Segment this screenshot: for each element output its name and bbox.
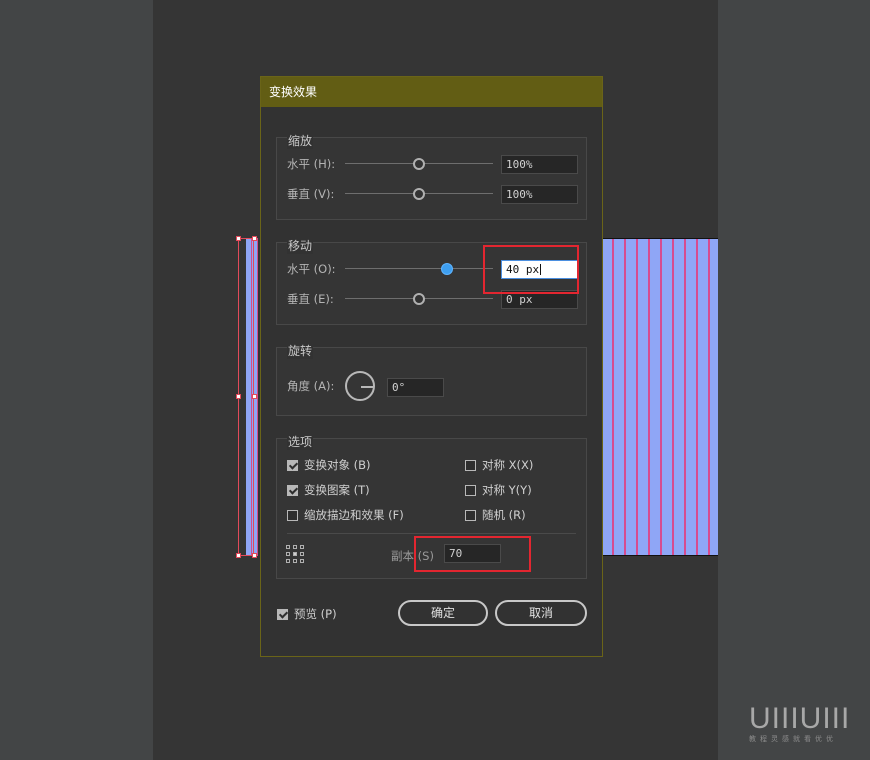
scale-horizontal-input[interactable]: 100% — [501, 155, 578, 174]
move-horizontal-slider[interactable] — [345, 263, 493, 275]
scale-vertical-input[interactable]: 100% — [501, 185, 578, 204]
dialog-title[interactable]: 变换效果 — [261, 77, 602, 107]
options-group-title: 选项 — [287, 433, 314, 450]
move-horizontal-label: 水平 (O): — [287, 262, 336, 276]
scale-group: 缩放 水平 (H): 100% 垂直 (V): 100% — [276, 132, 587, 220]
selection-handle[interactable] — [236, 553, 241, 558]
transform-patterns-option[interactable]: 变换图案 (T) — [287, 482, 370, 498]
ref-point[interactable] — [293, 559, 297, 563]
preview-option[interactable]: 预览 (P) — [277, 606, 337, 622]
rotate-group-title: 旋转 — [287, 342, 314, 359]
cancel-button[interactable]: 取消 — [495, 600, 587, 626]
options-divider — [287, 533, 576, 534]
scale-horizontal-row: 水平 (H): — [287, 154, 493, 174]
checkbox-icon[interactable] — [277, 608, 288, 620]
ref-point[interactable] — [293, 545, 297, 549]
ref-point[interactable] — [286, 552, 290, 556]
watermark: UIIIUIII 教程灵感就看优优 — [749, 704, 850, 744]
selection-handle[interactable] — [252, 394, 257, 399]
slider-track — [345, 268, 493, 269]
checkbox-icon[interactable] — [287, 459, 298, 471]
rotate-angle-input[interactable]: 0° — [387, 378, 444, 397]
preview-label: 预览 (P) — [294, 607, 337, 621]
transform-patterns-label: 变换图案 (T) — [304, 483, 370, 497]
move-vertical-label: 垂直 (E): — [287, 292, 334, 306]
rotate-angle-row: 角度 (A): — [287, 376, 345, 396]
selection-handle[interactable] — [236, 394, 241, 399]
reference-point-icon[interactable] — [286, 545, 304, 563]
move-vertical-row: 垂直 (E): — [287, 289, 493, 309]
checkbox-icon[interactable] — [287, 484, 298, 496]
watermark-subtitle: 教程灵感就看优优 — [749, 735, 837, 743]
reflect-y-label: 对称 Y(Y) — [482, 483, 532, 497]
reflect-x-label: 对称 X(X) — [482, 458, 534, 472]
scale-horizontal-label: 水平 (H): — [287, 157, 336, 171]
ref-point[interactable] — [293, 552, 297, 556]
highlight-move-horizontal — [483, 245, 579, 294]
scale-group-title: 缩放 — [287, 132, 314, 149]
scale-vertical-label: 垂直 (V): — [287, 187, 335, 201]
move-group-title: 移动 — [287, 237, 314, 254]
ref-point[interactable] — [286, 559, 290, 563]
reflect-y-option[interactable]: 对称 Y(Y) — [465, 482, 532, 498]
slider-knob[interactable] — [441, 263, 454, 275]
reflect-x-option[interactable]: 对称 X(X) — [465, 457, 533, 473]
move-horizontal-row: 水平 (O): — [287, 259, 493, 279]
selection-handle[interactable] — [252, 553, 257, 558]
artwork-strip-right[interactable] — [602, 238, 718, 556]
checkbox-icon[interactable] — [465, 459, 476, 471]
checkbox-icon[interactable] — [465, 509, 476, 521]
selection-handle[interactable] — [252, 236, 257, 241]
scale-strokes-label: 缩放描边和效果 (F) — [304, 508, 404, 522]
move-vertical-slider[interactable] — [345, 293, 493, 305]
highlight-copies — [414, 536, 531, 572]
random-label: 随机 (R) — [482, 508, 526, 522]
checkbox-icon[interactable] — [287, 509, 298, 521]
ref-point[interactable] — [286, 545, 290, 549]
ref-point[interactable] — [300, 545, 304, 549]
slider-knob[interactable] — [413, 188, 425, 200]
angle-dial-icon[interactable] — [345, 371, 375, 401]
ref-point[interactable] — [300, 552, 304, 556]
scale-strokes-option[interactable]: 缩放描边和效果 (F) — [287, 507, 404, 523]
scale-vertical-row: 垂直 (V): — [287, 184, 493, 204]
transform-objects-label: 变换对象 (B) — [304, 458, 371, 472]
scale-vertical-slider[interactable] — [345, 188, 493, 200]
slider-knob[interactable] — [413, 158, 425, 170]
selection-handle[interactable] — [236, 236, 241, 241]
random-option[interactable]: 随机 (R) — [465, 507, 526, 523]
watermark-logo: UIIIUIII — [749, 702, 851, 735]
transform-objects-option[interactable]: 变换对象 (B) — [287, 457, 371, 473]
slider-knob[interactable] — [413, 293, 425, 305]
ok-button[interactable]: 确定 — [398, 600, 488, 626]
angle-needle — [361, 386, 374, 388]
scale-horizontal-slider[interactable] — [345, 158, 493, 170]
rotate-group: 旋转 角度 (A): 0° — [276, 342, 587, 416]
checkbox-icon[interactable] — [465, 484, 476, 496]
rotate-angle-label: 角度 (A): — [287, 379, 335, 393]
ref-point[interactable] — [300, 559, 304, 563]
